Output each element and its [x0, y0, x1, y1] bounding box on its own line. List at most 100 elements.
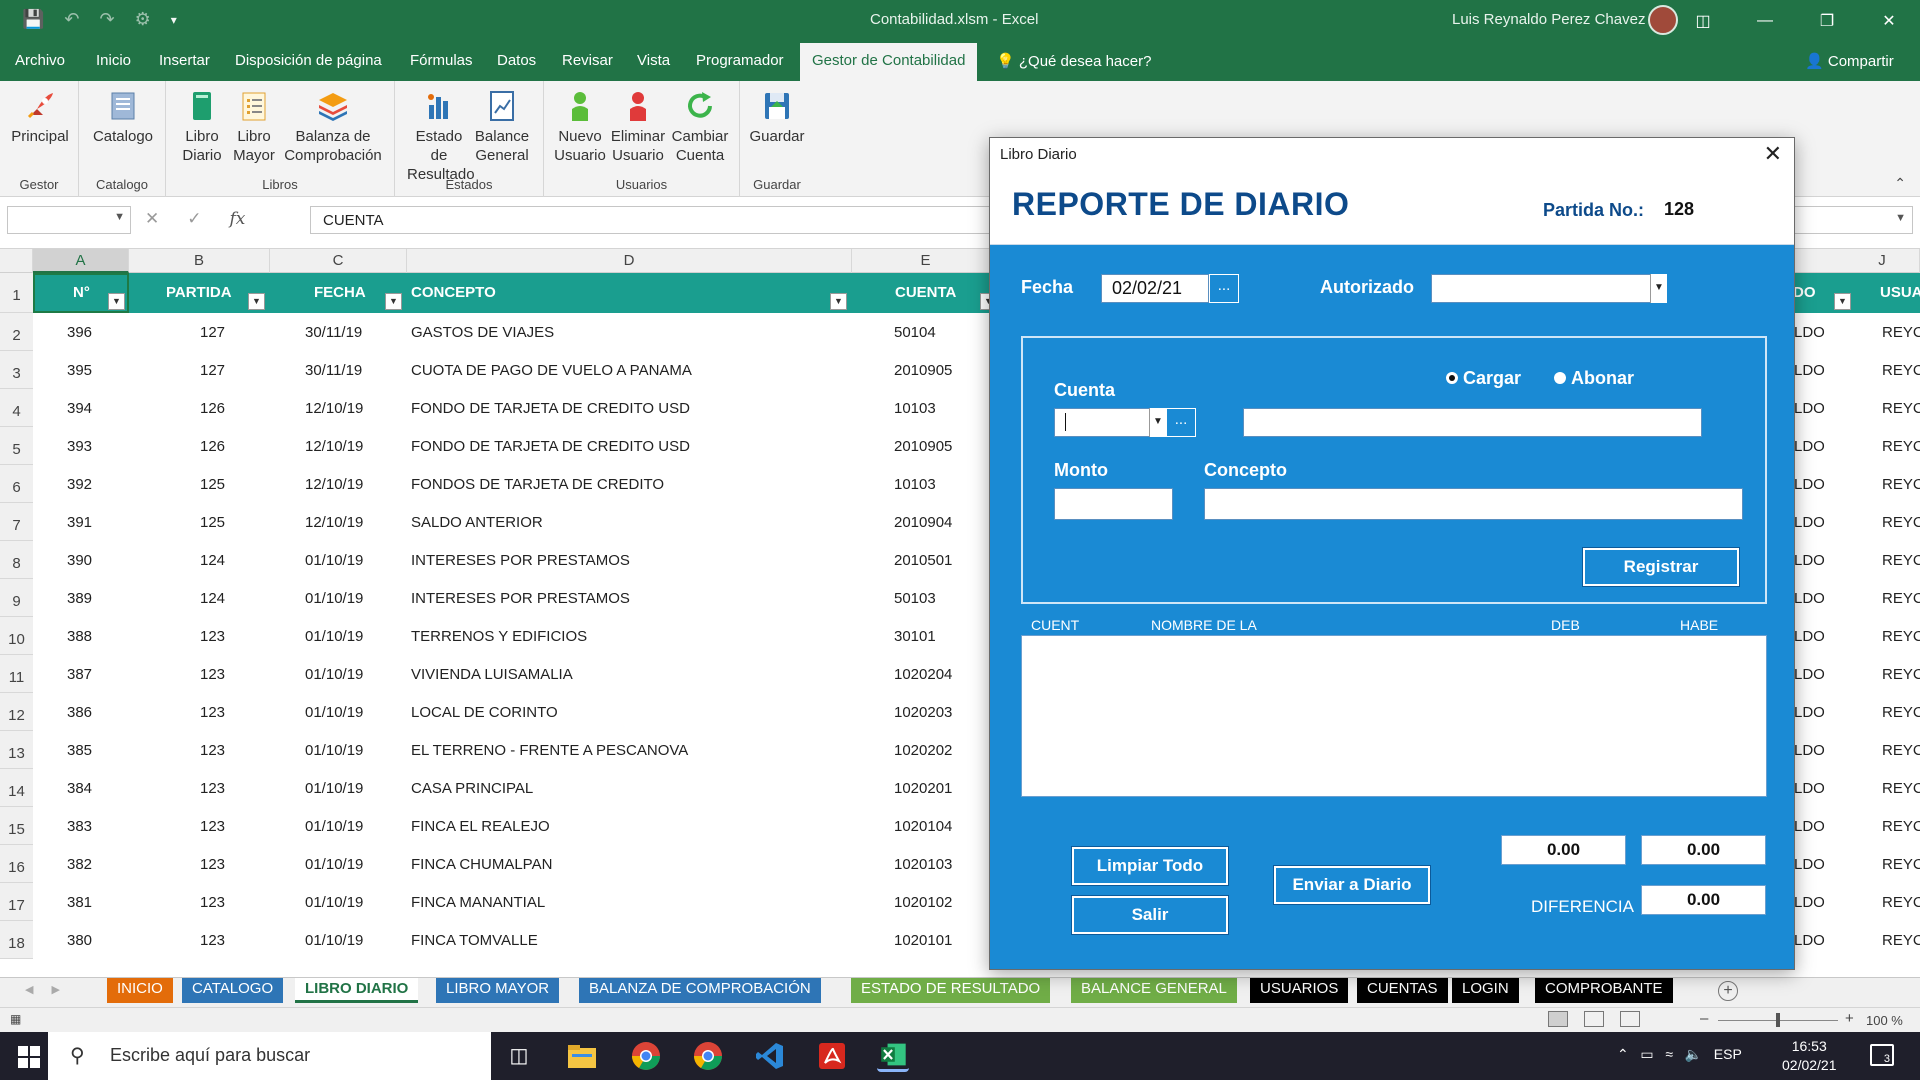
chrome-profile-icon[interactable]	[692, 1040, 724, 1072]
row-header[interactable]: 14	[0, 769, 33, 807]
sheet-tab[interactable]: BALANZA DE COMPROBACIÓN	[579, 978, 821, 1003]
cell-cuenta[interactable]: 2010905	[894, 438, 952, 455]
sheet-tab[interactable]: CUENTAS	[1357, 978, 1448, 1003]
cell-fecha[interactable]: 01/10/19	[305, 932, 363, 949]
cell-usua[interactable]: REYC	[1882, 666, 1920, 683]
insert-function-icon[interactable]: fx	[230, 209, 246, 229]
monto-input[interactable]	[1054, 488, 1173, 520]
cell-do[interactable]: LDO	[1794, 704, 1825, 721]
page-break-view-icon[interactable]	[1620, 1011, 1640, 1027]
cell-cuenta[interactable]: 50103	[894, 590, 936, 607]
cell-concepto[interactable]: FONDO DE TARJETA DE CREDITO USD	[411, 438, 690, 455]
cell-do[interactable]: LDO	[1794, 324, 1825, 341]
sheet-tab[interactable]: CATALOGO	[182, 978, 284, 1003]
entries-list[interactable]	[1021, 635, 1767, 797]
cell-do[interactable]: LDO	[1794, 856, 1825, 873]
cell-concepto[interactable]: INTERESES POR PRESTAMOS	[411, 590, 630, 607]
sheet-tab[interactable]: ESTADO DE RESULTADO	[851, 978, 1051, 1003]
cell-n[interactable]: 388	[67, 628, 92, 645]
cell-concepto[interactable]: CASA PRINCIPAL	[411, 780, 533, 797]
column-header-d[interactable]: D	[407, 249, 852, 273]
tab-insertar[interactable]: Insertar	[159, 52, 210, 69]
cell-usua[interactable]: REYC	[1882, 438, 1920, 455]
cell-fecha[interactable]: 01/10/19	[305, 628, 363, 645]
row-header[interactable]: 11	[0, 655, 33, 693]
cell-usua[interactable]: REYC	[1882, 590, 1920, 607]
column-header-c[interactable]: C	[270, 249, 407, 273]
cell-cuenta[interactable]: 30101	[894, 628, 936, 645]
sheet-tab[interactable]: LOGIN	[1452, 978, 1519, 1003]
cell-n[interactable]: 396	[67, 324, 92, 341]
enviar-a-diario-button[interactable]: Enviar a Diario	[1273, 865, 1431, 905]
task-view-icon[interactable]: ◫	[503, 1040, 535, 1072]
cell-concepto[interactable]: FINCA CHUMALPAN	[411, 856, 552, 873]
cell-n[interactable]: 390	[67, 552, 92, 569]
eliminar-usuario-button[interactable]: Eliminar Usuario	[610, 89, 666, 165]
guardar-button[interactable]: Guardar	[748, 89, 806, 146]
cell-concepto[interactable]: FINCA MANANTIAL	[411, 894, 545, 911]
cell-partida[interactable]: 123	[200, 856, 225, 873]
cell-n[interactable]: 382	[67, 856, 92, 873]
row-header[interactable]: 10	[0, 617, 33, 655]
cell-cuenta[interactable]: 1020202	[894, 742, 952, 759]
notifications-icon[interactable]: 3	[1870, 1044, 1894, 1066]
cell-partida[interactable]: 123	[200, 932, 225, 949]
macro-record-icon[interactable]: ▦	[10, 1012, 21, 1026]
cell-fecha[interactable]: 12/10/19	[305, 438, 363, 455]
cell-n[interactable]: 389	[67, 590, 92, 607]
cell-do[interactable]: LDO	[1794, 438, 1825, 455]
cell-n[interactable]: 383	[67, 818, 92, 835]
share-button[interactable]: 👤 Compartir	[1805, 52, 1894, 70]
row-header[interactable]: 9	[0, 579, 33, 617]
filter-dropdown-icon[interactable]: ▼	[248, 293, 265, 310]
cell-fecha[interactable]: 01/10/19	[305, 818, 363, 835]
row-header[interactable]: 12	[0, 693, 33, 731]
select-all-corner[interactable]	[0, 249, 33, 273]
concepto-input[interactable]	[1204, 488, 1743, 520]
cell-fecha[interactable]: 30/11/19	[305, 362, 362, 379]
row-header[interactable]: 13	[0, 731, 33, 769]
cell-concepto[interactable]: TERRENOS Y EDIFICIOS	[411, 628, 587, 645]
zoom-in-icon[interactable]: +	[1845, 1010, 1854, 1027]
cell-fecha[interactable]: 01/10/19	[305, 856, 363, 873]
cell-do[interactable]: LDO	[1794, 400, 1825, 417]
cell-do[interactable]: LDO	[1794, 628, 1825, 645]
undo-icon[interactable]: ↶	[64, 9, 79, 30]
abonar-radio[interactable]: Abonar	[1554, 368, 1634, 389]
cell-do[interactable]: LDO	[1794, 780, 1825, 797]
redo-icon[interactable]: ↷	[100, 9, 115, 30]
cell-n[interactable]: 381	[67, 894, 92, 911]
column-header-j[interactable]: J	[1845, 249, 1920, 273]
cell-partida[interactable]: 123	[200, 894, 225, 911]
cell-fecha[interactable]: 01/10/19	[305, 780, 363, 797]
tab-gestor-contabilidad[interactable]: Gestor de Contabilidad	[800, 43, 978, 81]
cell-usua[interactable]: REYC	[1882, 324, 1920, 341]
add-sheet-icon[interactable]: +	[1718, 981, 1738, 1001]
filter-dropdown-icon[interactable]: ▼	[385, 293, 402, 310]
chrome-icon[interactable]	[630, 1040, 662, 1072]
cell-partida[interactable]: 125	[200, 476, 225, 493]
cell-concepto[interactable]: FONDOS DE TARJETA DE CREDITO	[411, 476, 664, 493]
cell-concepto[interactable]: FINCA EL REALEJO	[411, 818, 550, 835]
customize-qat-icon[interactable]: ▾	[171, 9, 177, 30]
row-header[interactable]: 3	[0, 351, 33, 389]
cell-do[interactable]: LDO	[1794, 894, 1825, 911]
cell-n[interactable]: 394	[67, 400, 92, 417]
cell-partida[interactable]: 125	[200, 514, 225, 531]
libro-mayor-button[interactable]: Libro Mayor	[232, 89, 276, 165]
cell-cuenta[interactable]: 2010905	[894, 362, 952, 379]
row-header[interactable]: 18	[0, 921, 33, 959]
minimize-icon[interactable]: —	[1734, 0, 1796, 41]
name-box[interactable]: ▼	[7, 206, 131, 234]
cell-usua[interactable]: REYC	[1882, 628, 1920, 645]
cell-cuenta[interactable]: 1020203	[894, 704, 952, 721]
cell-fecha[interactable]: 12/10/19	[305, 514, 363, 531]
cell-usua[interactable]: REYC	[1882, 476, 1920, 493]
tools-icon[interactable]: ⚙	[135, 9, 151, 30]
cell-concepto[interactable]: CUOTA DE PAGO DE VUELO A PANAMA	[411, 362, 692, 379]
sheet-tab[interactable]: BALANCE GENERAL	[1071, 978, 1237, 1003]
cell-fecha[interactable]: 01/10/19	[305, 704, 363, 721]
cell-concepto[interactable]: LOCAL DE CORINTO	[411, 704, 558, 721]
catalogo-button[interactable]: Catalogo	[91, 89, 155, 146]
cell-fecha[interactable]: 12/10/19	[305, 476, 363, 493]
